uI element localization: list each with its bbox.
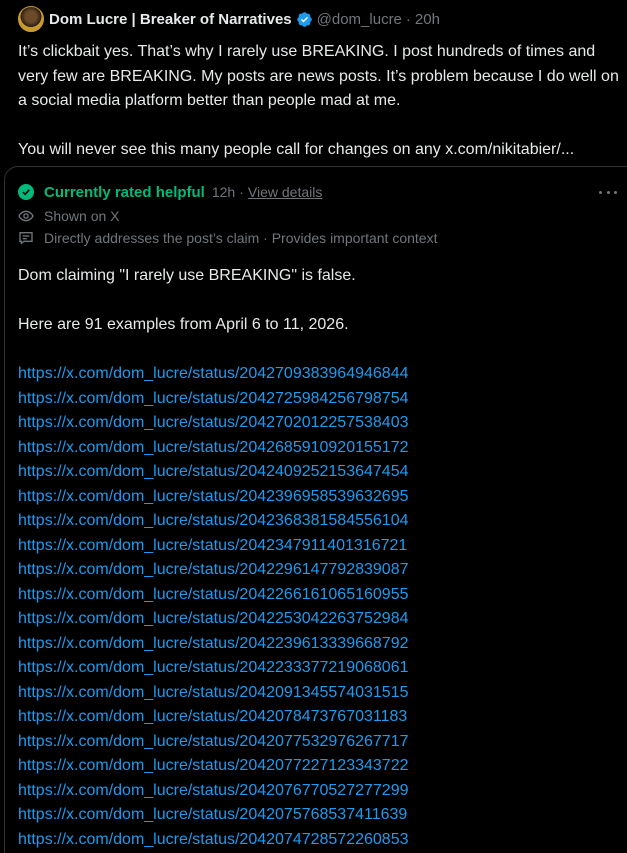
post-paragraph: It’s clickbait yes. That’s why I rarely …	[18, 43, 619, 109]
list-item: https://x.com/dom_lucre/status/204268591…	[18, 436, 618, 461]
status-link[interactable]: https://x.com/dom_lucre/status/204270938…	[18, 365, 409, 382]
list-item: https://x.com/dom_lucre/status/204236838…	[18, 509, 618, 534]
list-item: https://x.com/dom_lucre/status/204223337…	[18, 656, 618, 681]
reasons-text: Directly addresses the post’s claim · Pr…	[44, 230, 438, 246]
list-item: https://x.com/dom_lucre/status/204272598…	[18, 387, 618, 412]
status-link[interactable]: https://x.com/dom_lucre/status/204207722…	[18, 757, 409, 774]
list-item: https://x.com/dom_lucre/status/204225304…	[18, 607, 618, 632]
verified-badge-icon	[296, 11, 312, 27]
reasons-row: Directly addresses the post’s claim · Pr…	[18, 228, 437, 248]
list-item: https://x.com/dom_lucre/status/204207677…	[18, 779, 618, 804]
list-item: https://x.com/dom_lucre/status/204270201…	[18, 411, 618, 436]
list-item: https://x.com/dom_lucre/status/204223961…	[18, 632, 618, 657]
note-intro: Here are 91 examples from April 6 to 11,…	[18, 316, 349, 333]
list-item: https://x.com/dom_lucre/status/204229614…	[18, 558, 618, 583]
separator-dot: ·	[405, 10, 411, 28]
list-item: https://x.com/dom_lucre/status/204207576…	[18, 803, 618, 828]
status-link[interactable]: https://x.com/dom_lucre/status/204223337…	[18, 659, 409, 676]
handle[interactable]: @dom_lucre	[317, 11, 402, 28]
list-item: https://x.com/dom_lucre/status/204226616…	[18, 583, 618, 608]
status-link[interactable]: https://x.com/dom_lucre/status/204239695…	[18, 488, 409, 505]
list-item: https://x.com/dom_lucre/status/204270938…	[18, 362, 618, 387]
status-link[interactable]: https://x.com/dom_lucre/status/204207576…	[18, 806, 407, 823]
status-link[interactable]: https://x.com/dom_lucre/status/204207847…	[18, 708, 407, 725]
note-claim: Dom claiming "I rarely use BREAKING" is …	[18, 267, 356, 284]
status-link[interactable]: https://x.com/dom_lucre/status/204226616…	[18, 586, 409, 603]
note-status-label: Currently rated helpful	[44, 183, 205, 201]
more-horizontal-icon[interactable]	[599, 184, 617, 200]
status-link[interactable]: https://x.com/dom_lucre/status/204209134…	[18, 684, 409, 701]
shown-on-text: Shown on X	[44, 208, 120, 224]
list-item: https://x.com/dom_lucre/status/204207472…	[18, 828, 618, 853]
post-body: It’s clickbait yes. That’s why I rarely …	[18, 40, 622, 163]
status-link[interactable]: https://x.com/dom_lucre/status/204207677…	[18, 782, 409, 799]
status-link[interactable]: https://x.com/dom_lucre/status/204270201…	[18, 414, 409, 431]
post-header: Dom Lucre | Breaker of Narratives @dom_l…	[18, 6, 440, 32]
avatar[interactable]	[18, 6, 44, 32]
post-paragraph: You will never see this many people call…	[18, 141, 575, 158]
status-link[interactable]: https://x.com/dom_lucre/status/204207472…	[18, 831, 409, 848]
status-link[interactable]: https://x.com/dom_lucre/status/204223961…	[18, 635, 409, 652]
status-link[interactable]: https://x.com/dom_lucre/status/204268591…	[18, 439, 409, 456]
status-link[interactable]: https://x.com/dom_lucre/status/204207753…	[18, 733, 409, 750]
eye-icon	[18, 210, 34, 222]
status-link[interactable]: https://x.com/dom_lucre/status/204272598…	[18, 390, 409, 407]
status-link[interactable]: https://x.com/dom_lucre/status/204234791…	[18, 537, 407, 554]
status-link[interactable]: https://x.com/dom_lucre/status/204240925…	[18, 463, 409, 480]
note-body: Dom claiming "I rarely use BREAKING" is …	[18, 264, 618, 852]
display-name[interactable]: Dom Lucre | Breaker of Narratives	[49, 11, 292, 28]
link-list: https://x.com/dom_lucre/status/204270938…	[18, 362, 618, 852]
check-circle-icon	[18, 184, 34, 200]
list-item: https://x.com/dom_lucre/status/204207753…	[18, 730, 618, 755]
status-link[interactable]: https://x.com/dom_lucre/status/204225304…	[18, 610, 409, 627]
list-item: https://x.com/dom_lucre/status/204240925…	[18, 460, 618, 485]
view-details-link[interactable]: View details	[248, 184, 322, 200]
status-link[interactable]: https://x.com/dom_lucre/status/204236838…	[18, 512, 409, 529]
note-status-row: Currently rated helpful 12h · View detai…	[18, 181, 322, 203]
list-item: https://x.com/dom_lucre/status/204207847…	[18, 705, 618, 730]
list-item: https://x.com/dom_lucre/status/204234791…	[18, 534, 618, 559]
list-item: https://x.com/dom_lucre/status/204207722…	[18, 754, 618, 779]
page: Dom Lucre | Breaker of Narratives @dom_l…	[0, 0, 627, 853]
status-link[interactable]: https://x.com/dom_lucre/status/204229614…	[18, 561, 409, 578]
shown-on-row: Shown on X	[18, 206, 120, 226]
list-item: https://x.com/dom_lucre/status/204209134…	[18, 681, 618, 706]
note-time: 12h	[211, 184, 236, 200]
separator-dot: ·	[239, 184, 244, 200]
list-item: https://x.com/dom_lucre/status/204239695…	[18, 485, 618, 510]
message-box-icon	[19, 232, 33, 245]
post-time[interactable]: 20h	[415, 11, 440, 28]
